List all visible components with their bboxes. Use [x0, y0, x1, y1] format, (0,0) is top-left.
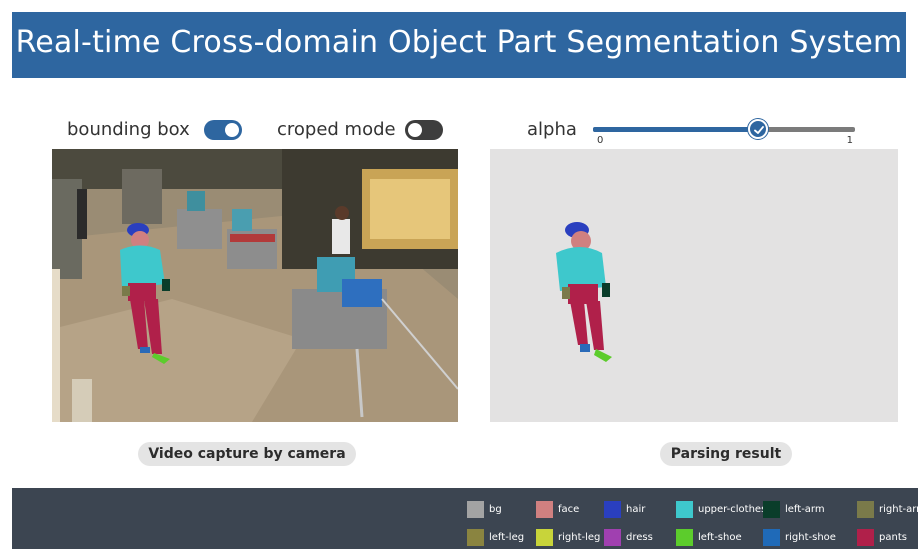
croped-mode-label: croped mode — [277, 119, 396, 140]
legend-item-left-shoe: left-shoe — [676, 528, 742, 546]
slider-thumb[interactable] — [748, 119, 769, 139]
legend-swatch — [857, 500, 874, 518]
legend-item-left-leg: left-leg — [467, 528, 524, 546]
video-caption: Video capture by camera — [138, 442, 356, 466]
app-page: Real-time Cross-domain Object Part Segme… — [0, 0, 918, 549]
legend-item-dress: dress — [604, 528, 653, 546]
legend-item-bg: bg — [467, 500, 502, 518]
legend-swatch — [604, 528, 621, 546]
legend-label: dress — [626, 531, 653, 543]
header-banner: Real-time Cross-domain Object Part Segme… — [12, 12, 906, 78]
slider-min-label: 0 — [597, 135, 604, 146]
legend-item-left-arm: left-arm — [763, 500, 825, 518]
legend-label: hair — [626, 503, 646, 515]
legend-item-right-arm: right-arm — [857, 500, 918, 518]
croped-mode-toggle[interactable] — [405, 120, 443, 140]
bounding-box-label: bounding box — [67, 119, 190, 140]
legend-label: right-leg — [558, 531, 601, 543]
legend-label: face — [558, 503, 580, 515]
legend-label: right-arm — [879, 503, 918, 515]
legend-item-upper-clothes: upper-clothes — [676, 500, 766, 518]
legend-label: bg — [489, 503, 502, 515]
toggle-knob — [225, 123, 239, 137]
legend-item-right-shoe: right-shoe — [763, 528, 836, 546]
toggle-knob — [408, 123, 422, 137]
legend-label: right-shoe — [785, 531, 836, 543]
slider-max-label: 1 — [846, 135, 853, 146]
legend-label: left-leg — [489, 531, 525, 543]
parsing-result-view — [490, 149, 898, 422]
legend-swatch — [467, 528, 484, 546]
legend-swatch — [763, 528, 780, 546]
check-icon — [754, 126, 764, 134]
legend-swatch — [676, 500, 693, 518]
camera-frame-image — [52, 149, 458, 422]
legend-label: pants — [879, 531, 907, 543]
parsing-caption: Parsing result — [660, 442, 792, 466]
slider-fill — [593, 127, 759, 132]
legend-label: upper-clothes — [698, 503, 767, 515]
legend-swatch — [676, 528, 693, 546]
legend-item-right-leg: right-leg — [536, 528, 600, 546]
legend-label: left-arm — [785, 503, 825, 515]
legend-swatch — [536, 528, 553, 546]
segmentation-mask-image — [490, 149, 898, 422]
legend-item-face: face — [536, 500, 579, 518]
video-capture-view — [52, 149, 458, 422]
legend-item-hair: hair — [604, 500, 645, 518]
alpha-label: alpha — [527, 119, 577, 140]
bounding-box-toggle[interactable] — [204, 120, 242, 140]
legend-swatch — [763, 500, 780, 518]
page-title: Real-time Cross-domain Object Part Segme… — [15, 25, 903, 60]
legend-label: left-shoe — [698, 531, 742, 543]
legend-swatch — [857, 528, 874, 546]
alpha-slider[interactable]: 0 1 — [593, 119, 855, 147]
legend-swatch — [467, 500, 484, 518]
legend-swatch — [604, 500, 621, 518]
legend-bar: bg face hair upper-clothes left-arm right-arm… — [12, 488, 918, 549]
legend-swatch — [536, 500, 553, 518]
legend-item-pants: pants — [857, 528, 907, 546]
